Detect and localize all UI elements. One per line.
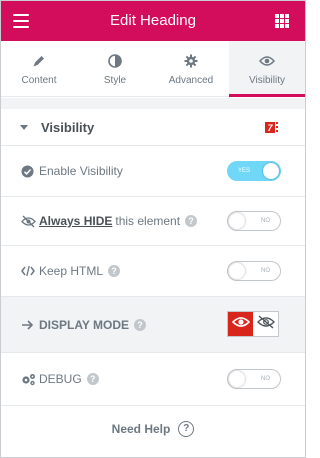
tab-content[interactable]: Content (1, 41, 77, 96)
debug-toggle[interactable]: NO (227, 369, 281, 389)
panel-tabs: Content Style Advanced Visibility (1, 41, 305, 97)
always-hide-row: Always HIDE this element ? NO (1, 197, 305, 246)
pencil-icon (1, 54, 77, 69)
always-hide-strong-label: Always HIDE (39, 214, 113, 228)
gear-icon (153, 54, 229, 69)
enable-visibility-row: Enable Visibility YES (1, 146, 305, 197)
question-circle-icon: ? (178, 421, 195, 437)
need-help-label: Need Help (111, 422, 171, 436)
toggle-state-text: NO (261, 268, 270, 274)
keep-html-toggle[interactable]: NO (227, 261, 281, 281)
widgets-grid-icon[interactable] (275, 14, 289, 28)
check-circle-icon (21, 165, 35, 178)
display-mode-switcher (227, 311, 279, 337)
keep-html-row: Keep HTML ? NO (1, 246, 305, 297)
tab-label: Advanced (168, 75, 214, 86)
toggle-knob (263, 163, 279, 179)
code-icon (21, 265, 35, 277)
tab-label: Style (103, 75, 127, 86)
toggle-state-text: NO (261, 376, 270, 382)
arrow-right-icon (21, 319, 35, 331)
eye-icon (229, 54, 305, 69)
section-spacer (1, 98, 305, 109)
toggle-state-text: YES (238, 168, 251, 174)
eye-slash-icon (21, 215, 36, 228)
visibility-section-header[interactable]: Visibility 7 (1, 109, 305, 146)
always-hide-toggle[interactable]: NO (227, 211, 281, 231)
toggle-knob (229, 213, 245, 229)
debug-label: DEBUG (39, 372, 82, 386)
toggle-state-text: NO (261, 218, 270, 224)
section-title: Visibility (41, 120, 95, 135)
always-hide-label: this element (115, 214, 181, 228)
tab-visibility[interactable]: Visibility (229, 41, 305, 97)
display-mode-hide-button[interactable] (253, 312, 278, 336)
caret-down-icon (20, 125, 28, 130)
enable-visibility-label: Enable Visibility (39, 164, 123, 178)
plugin-logo-icon: 7 (265, 121, 279, 134)
tab-advanced[interactable]: Advanced (153, 41, 229, 96)
keep-html-label: Keep HTML (39, 264, 104, 278)
display-mode-row: DISPLAY MODE ? (1, 297, 305, 353)
toggle-knob (229, 371, 245, 387)
edit-panel: Edit Heading Content Style Advanced Visi… (0, 0, 306, 458)
display-mode-label: DISPLAY MODE (39, 317, 130, 332)
panel-header: Edit Heading (1, 1, 305, 41)
panel-title: Edit Heading (110, 12, 196, 29)
help-icon[interactable]: ? (134, 318, 147, 331)
tab-label: Visibility (249, 75, 285, 86)
contrast-icon (77, 54, 153, 69)
eye-icon (231, 315, 250, 334)
enable-visibility-toggle[interactable]: YES (227, 161, 281, 181)
help-icon[interactable]: ? (108, 265, 121, 277)
help-icon[interactable]: ? (86, 373, 99, 385)
cogs-icon (21, 373, 35, 386)
toggle-knob (229, 263, 245, 279)
need-help-link[interactable]: Need Help ? (1, 406, 305, 452)
display-mode-show-button[interactable] (228, 312, 253, 336)
debug-row: DEBUG ? NO (1, 353, 305, 406)
eye-slash-icon (256, 315, 275, 334)
tab-style[interactable]: Style (77, 41, 153, 96)
tab-label: Content (21, 75, 57, 86)
help-icon[interactable]: ? (185, 215, 198, 227)
